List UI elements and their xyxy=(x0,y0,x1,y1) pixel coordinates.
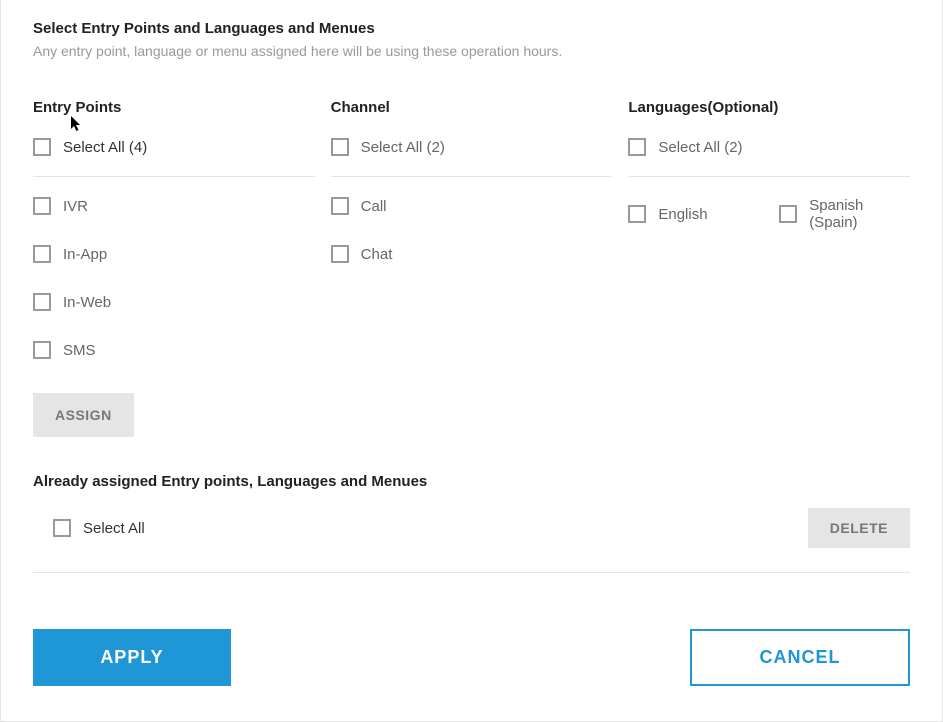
section-title: Select Entry Points and Languages and Me… xyxy=(33,20,910,37)
entry-point-option-inapp: In-App xyxy=(33,245,315,263)
entry-point-option-inweb: In-Web xyxy=(33,293,315,311)
languages-select-all-checkbox[interactable] xyxy=(628,138,646,156)
channel-option-call: Call xyxy=(331,197,613,215)
delete-button[interactable]: DELETE xyxy=(808,508,910,548)
assigned-select-all-label: Select All xyxy=(83,520,145,537)
assigned-section-title: Already assigned Entry points, Languages… xyxy=(33,473,910,490)
checkbox-english[interactable] xyxy=(628,205,646,223)
column-entry-points: Entry Points Select All (4) IVR In-App I… xyxy=(33,99,315,437)
checkbox-ivr[interactable] xyxy=(33,197,51,215)
language-option-spanish: Spanish (Spain) xyxy=(779,197,910,231)
label-sms: SMS xyxy=(63,342,96,359)
main-panel: Select Entry Points and Languages and Me… xyxy=(0,0,943,722)
channel-header: Channel xyxy=(331,99,613,116)
checkbox-inweb[interactable] xyxy=(33,293,51,311)
label-inapp: In-App xyxy=(63,246,107,263)
checkbox-call[interactable] xyxy=(331,197,349,215)
languages-select-all-label: Select All (2) xyxy=(658,139,742,156)
cancel-button[interactable]: CANCEL xyxy=(690,629,910,686)
entry-points-select-all-checkbox[interactable] xyxy=(33,138,51,156)
assign-button[interactable]: ASSIGN xyxy=(33,393,134,437)
checkbox-sms[interactable] xyxy=(33,341,51,359)
entry-points-header: Entry Points xyxy=(33,99,315,116)
channel-select-all-row: Select All (2) xyxy=(331,138,613,177)
entry-points-select-all-label: Select All (4) xyxy=(63,139,147,156)
channel-select-all-checkbox[interactable] xyxy=(331,138,349,156)
label-ivr: IVR xyxy=(63,198,88,215)
checkbox-inapp[interactable] xyxy=(33,245,51,263)
label-spanish: Spanish (Spain) xyxy=(809,197,910,231)
checkbox-spanish[interactable] xyxy=(779,205,797,223)
channel-select-all-label: Select All (2) xyxy=(361,139,445,156)
apply-button[interactable]: APPLY xyxy=(33,629,231,686)
languages-options-row: English Spanish (Spain) xyxy=(628,197,910,231)
label-call: Call xyxy=(361,198,387,215)
section-subtitle: Any entry point, language or menu assign… xyxy=(33,43,910,59)
checkbox-chat[interactable] xyxy=(331,245,349,263)
column-languages: Languages(Optional) Select All (2) Engli… xyxy=(628,99,910,437)
column-channel: Channel Select All (2) Call Chat xyxy=(331,99,613,437)
channel-option-chat: Chat xyxy=(331,245,613,263)
entry-points-select-all-row: Select All (4) xyxy=(33,138,315,177)
assigned-select-all-checkbox[interactable] xyxy=(53,519,71,537)
languages-select-all-row: Select All (2) xyxy=(628,138,910,177)
entry-point-option-sms: SMS xyxy=(33,341,315,359)
entry-point-option-ivr: IVR xyxy=(33,197,315,215)
languages-header: Languages(Optional) xyxy=(628,99,910,116)
footer-buttons: APPLY CANCEL xyxy=(33,629,910,686)
language-option-english: English xyxy=(628,197,759,231)
label-chat: Chat xyxy=(361,246,393,263)
assigned-row: Select All DELETE xyxy=(33,508,910,573)
label-english: English xyxy=(658,206,707,223)
label-inweb: In-Web xyxy=(63,294,111,311)
columns: Entry Points Select All (4) IVR In-App I… xyxy=(33,99,910,437)
